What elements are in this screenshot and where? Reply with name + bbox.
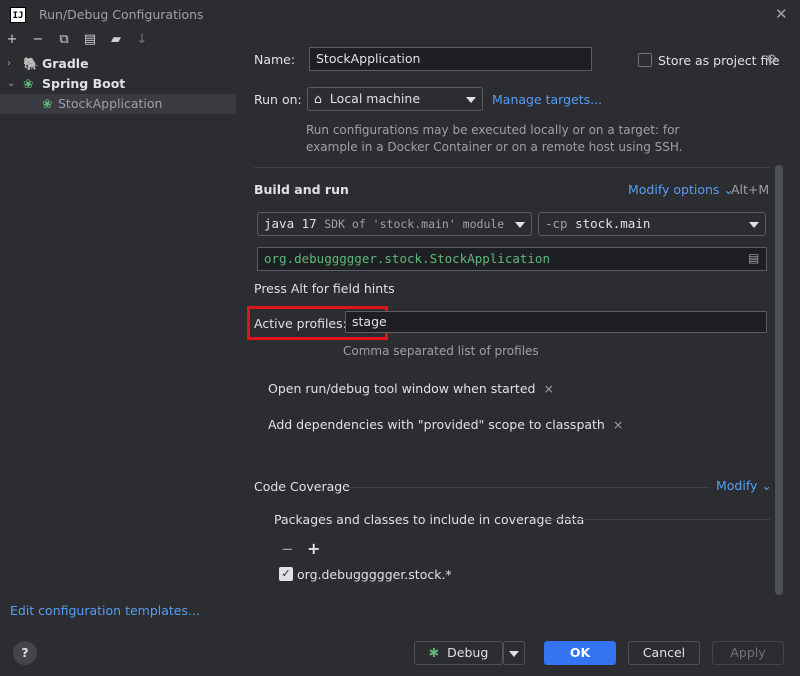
chevron-down-icon: ⌄ bbox=[761, 478, 772, 493]
separator bbox=[254, 167, 770, 168]
run-on-select[interactable]: ⌂ Local machine bbox=[307, 87, 483, 111]
coverage-modify-label: Modify bbox=[716, 478, 758, 493]
dropdown-arrow-icon bbox=[509, 651, 519, 657]
tree-item-label: StockApplication bbox=[58, 96, 163, 111]
main-class-value: org.debuggggger.stock.StockApplication bbox=[264, 251, 550, 266]
manage-targets-link[interactable]: Manage targets... bbox=[492, 92, 602, 107]
coverage-entry-checkbox[interactable]: ✓ bbox=[279, 567, 293, 581]
run-on-description: Run configurations may be executed local… bbox=[306, 123, 680, 137]
help-button[interactable]: ? bbox=[13, 641, 37, 665]
tree-item-gradle[interactable]: › 🐘 Gradle bbox=[0, 54, 236, 74]
dropdown-arrow-icon bbox=[749, 222, 759, 228]
sort-icon[interactable]: ↓ bbox=[134, 32, 150, 48]
field-hints-text: Press Alt for field hints bbox=[254, 281, 395, 296]
add-icon[interactable]: + bbox=[4, 32, 20, 48]
tree-item-label: Spring Boot bbox=[42, 76, 126, 91]
remove-icon[interactable]: − bbox=[30, 32, 46, 48]
coverage-modify-link[interactable]: Modify ⌄ bbox=[716, 478, 772, 493]
close-icon[interactable]: ✕ bbox=[775, 5, 788, 23]
debug-label: Debug bbox=[447, 645, 489, 660]
tree-item-stockapplication[interactable]: ❀ StockApplication bbox=[0, 94, 236, 114]
close-icon[interactable]: × bbox=[613, 417, 623, 432]
run-on-value: Local machine bbox=[329, 91, 421, 106]
bug-icon: ✱ bbox=[428, 645, 440, 660]
sdk-java-version: java 17 bbox=[264, 216, 317, 231]
debug-button[interactable]: ✱ Debug bbox=[414, 641, 503, 665]
scrollbar[interactable] bbox=[775, 165, 783, 595]
active-profiles-label: Active profiles: bbox=[254, 316, 347, 331]
option-chip-open-tool-window[interactable]: Open run/debug tool window when started × bbox=[254, 376, 564, 402]
home-icon: ⌂ bbox=[314, 91, 322, 106]
ok-button[interactable]: OK bbox=[544, 641, 616, 665]
run-on-description-2: example in a Docker Container or on a re… bbox=[306, 140, 683, 154]
add-package-icon[interactable]: + bbox=[307, 539, 320, 558]
chevron-right-icon: › bbox=[7, 58, 11, 69]
chip-label: Add dependencies with "provided" scope t… bbox=[268, 417, 605, 432]
spring-app-icon: ❀ bbox=[42, 96, 53, 111]
sdk-description: SDK of 'stock.main' module bbox=[324, 217, 505, 231]
gradle-icon: 🐘 bbox=[23, 56, 39, 71]
store-as-project-label: Store as project file bbox=[658, 53, 780, 68]
coverage-entry-label: org.debuggggger.stock.* bbox=[297, 567, 452, 582]
separator bbox=[344, 487, 709, 488]
profiles-hint: Comma separated list of profiles bbox=[343, 344, 539, 358]
run-on-label: Run on: bbox=[254, 92, 302, 107]
cp-prefix: -cp bbox=[545, 216, 568, 231]
option-chip-provided-scope[interactable]: Add dependencies with "provided" scope t… bbox=[254, 412, 634, 438]
sdk-select[interactable]: java 17 SDK of 'stock.main' module bbox=[257, 212, 532, 236]
copy-icon[interactable]: ⧉ bbox=[56, 32, 72, 48]
modify-options-link[interactable]: Modify options ⌄ bbox=[628, 182, 734, 197]
build-and-run-heading: Build and run bbox=[254, 182, 349, 197]
code-coverage-heading: Code Coverage bbox=[254, 479, 350, 494]
remove-package-icon[interactable]: − bbox=[281, 540, 294, 558]
cp-module: stock.main bbox=[575, 216, 651, 231]
store-as-project-checkbox[interactable] bbox=[638, 53, 652, 67]
apply-button[interactable]: Apply bbox=[712, 641, 784, 665]
close-icon[interactable]: × bbox=[543, 381, 553, 396]
main-class-field[interactable]: org.debuggggger.stock.StockApplication bbox=[257, 247, 767, 271]
coverage-packages-heading: Packages and classes to include in cover… bbox=[274, 512, 585, 527]
tree-item-label: Gradle bbox=[42, 56, 89, 71]
save-icon[interactable]: ▤ bbox=[82, 32, 98, 48]
name-field[interactable]: StockApplication bbox=[309, 47, 592, 71]
spring-boot-icon: ❀ bbox=[23, 76, 34, 91]
classpath-select[interactable]: -cp stock.main bbox=[538, 212, 766, 236]
new-folder-icon[interactable]: ▰ bbox=[108, 32, 124, 48]
dropdown-arrow-icon bbox=[515, 222, 525, 228]
chevron-down-icon: ⌄ bbox=[7, 78, 16, 89]
dropdown-arrow-icon bbox=[466, 97, 476, 103]
active-profiles-field[interactable]: stage bbox=[345, 311, 767, 333]
app-logo: IJ bbox=[10, 7, 26, 23]
tree-item-spring-boot[interactable]: ⌄ ❀ Spring Boot bbox=[0, 74, 236, 94]
separator bbox=[546, 519, 770, 520]
chip-label: Open run/debug tool window when started bbox=[268, 381, 536, 396]
edit-templates-link[interactable]: Edit configuration templates... bbox=[10, 603, 200, 618]
modify-options-label: Modify options bbox=[628, 182, 720, 197]
modify-options-shortcut: Alt+M bbox=[731, 182, 770, 197]
browse-icon[interactable]: ▤ bbox=[748, 251, 759, 265]
debug-dropdown-button[interactable] bbox=[503, 641, 525, 665]
gear-icon[interactable]: ⚙ bbox=[766, 51, 777, 66]
name-label: Name: bbox=[254, 52, 296, 67]
cancel-button[interactable]: Cancel bbox=[628, 641, 700, 665]
window-title: Run/Debug Configurations bbox=[39, 7, 204, 22]
